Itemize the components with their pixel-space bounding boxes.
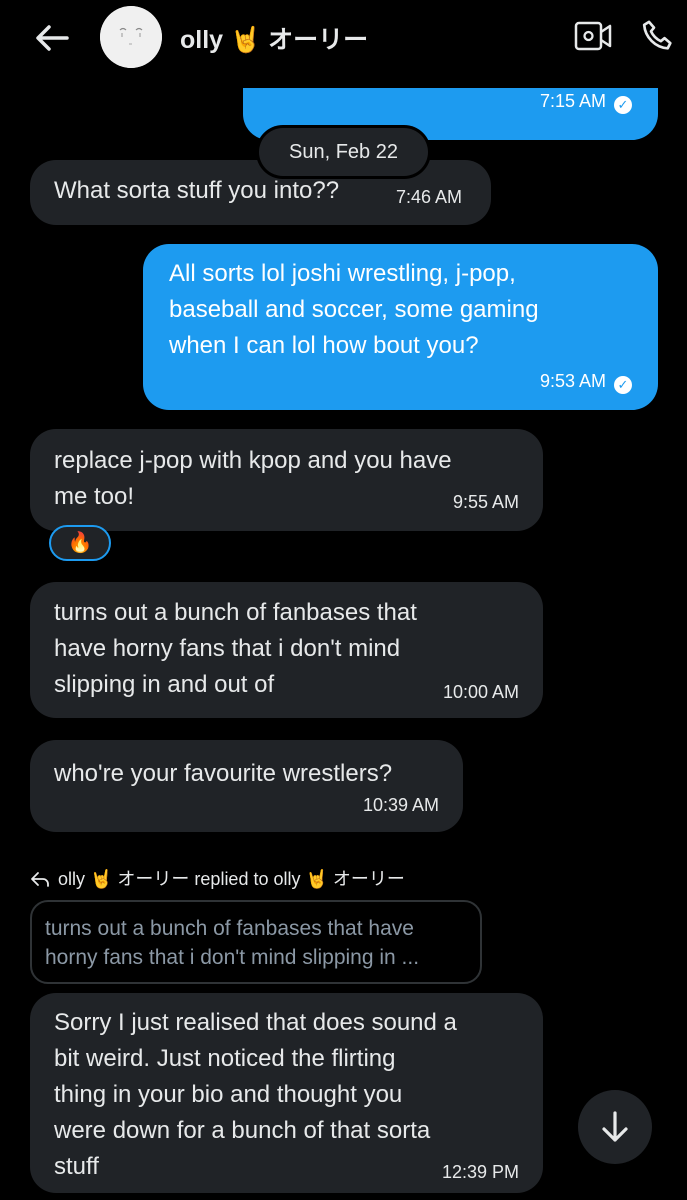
message-time: 7:15 AM <box>539 91 606 111</box>
video-call-icon <box>574 21 612 51</box>
message-bubble-received[interactable]: who're your favourite wrestlers? 10:39 A… <box>30 740 463 832</box>
message-text: Sorry I just realised that does sound a … <box>54 1009 457 1180</box>
conversation-title[interactable]: olly 🤘 オーリー <box>180 20 368 56</box>
message-bubble-sent[interactable]: All sorts lol joshi wrestling, j-pop, ba… <box>143 244 658 410</box>
message-time: 10:39 AM <box>362 795 439 815</box>
read-check-icon: ✓ <box>614 96 632 114</box>
message-time: 7:46 AM <box>396 187 463 207</box>
back-arrow-icon <box>36 25 69 51</box>
video-call-button[interactable] <box>573 18 613 54</box>
message-text: who're your favourite wrestlers? <box>54 760 393 787</box>
message-text: All sorts lol joshi wrestling, j-pop, ba… <box>169 260 539 359</box>
read-check-icon: ✓ <box>614 376 632 394</box>
message-list[interactable]: 7:15 AM ✓ Sun, Feb 22 What sorta stuff yo… <box>0 88 687 1200</box>
message-text: What sorta stuff you into?? <box>54 177 340 204</box>
quoted-message[interactable]: turns out a bunch of fanbases that have … <box>30 900 482 984</box>
message-time: 9:55 AM <box>452 492 519 512</box>
reply-header: olly 🤘 オーリー replied to olly 🤘 オーリー <box>30 865 405 893</box>
phone-call-button[interactable] <box>638 16 678 56</box>
back-button[interactable] <box>30 18 74 58</box>
chat-header: olly 🤘 オーリー <box>0 0 687 88</box>
message-bubble-received[interactable]: turns out a bunch of fanbases that have … <box>30 582 543 718</box>
message-time: 12:39 PM <box>441 1162 519 1182</box>
scroll-to-bottom-button[interactable] <box>578 1090 652 1164</box>
avatar[interactable] <box>100 6 162 68</box>
avatar-face-icon <box>100 6 162 68</box>
phone-icon <box>642 20 672 50</box>
message-bubble-received[interactable]: Sorry I just realised that does sound a … <box>30 993 543 1193</box>
message-time: 9:53 AM <box>539 371 606 391</box>
message-bubble-received[interactable]: replace j-pop with kpop and you have me … <box>30 429 543 531</box>
date-separator: Sun, Feb 22 <box>259 128 428 176</box>
message-bubble-received[interactable]: What sorta stuff you into?? 7:46 AM <box>30 160 491 225</box>
reply-arrow-icon <box>31 872 49 887</box>
reply-header-text: olly 🤘 オーリー replied to olly 🤘 オーリー <box>58 869 405 889</box>
reaction-badge[interactable]: 🔥 <box>49 525 111 561</box>
arrow-down-icon <box>602 1111 628 1142</box>
message-time: 10:00 AM <box>442 682 519 702</box>
